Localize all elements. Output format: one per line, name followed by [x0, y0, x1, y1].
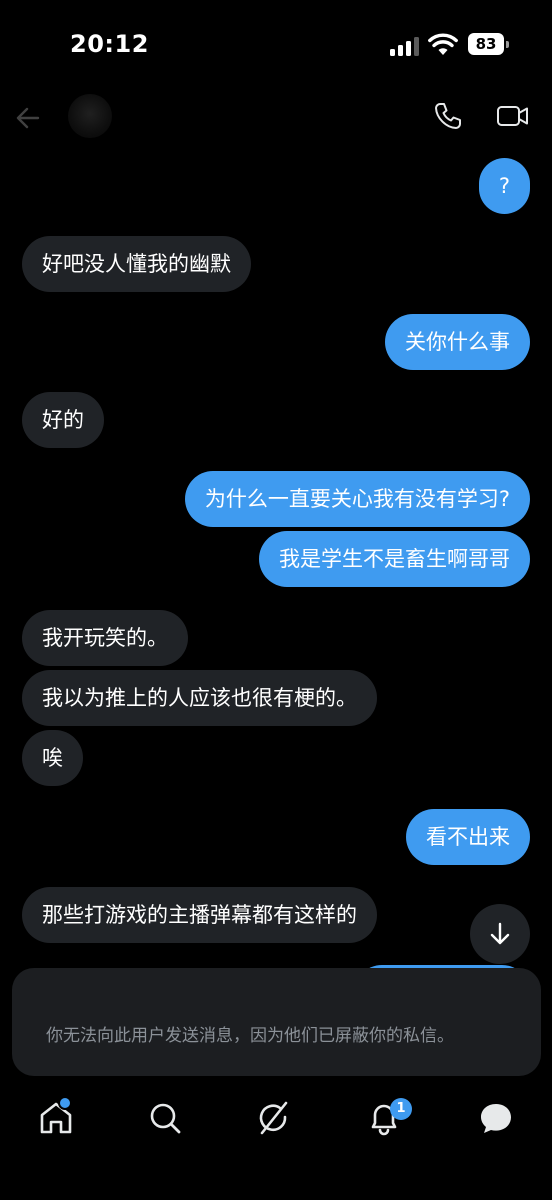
- bottom-navigation: 1: [0, 1084, 552, 1200]
- phone-icon[interactable]: [432, 100, 464, 132]
- message-bubble-received[interactable]: 我开玩笑的。: [22, 610, 188, 666]
- conversation-header: [0, 90, 552, 146]
- message-bubble-sent[interactable]: 为什么一直要关心我有没有学习?: [184, 471, 530, 527]
- wifi-icon: [428, 33, 458, 55]
- message-bubble-received[interactable]: 我以为推上的人应该也很有梗的。: [22, 670, 377, 726]
- messages-icon[interactable]: [476, 1098, 516, 1138]
- battery-level: 83: [468, 33, 504, 55]
- blocked-notice-text: 你无法向此用户发送消息，因为他们已屏蔽你的私信。: [46, 1026, 454, 1046]
- back-arrow-icon[interactable]: [14, 104, 42, 132]
- signal-icon: [390, 37, 419, 56]
- message-bubble-received[interactable]: 那些打游戏的主播弹幕都有这样的: [22, 887, 377, 943]
- message-bubble-received[interactable]: 好吧没人懂我的幽默: [22, 236, 251, 292]
- search-icon[interactable]: [145, 1098, 185, 1138]
- arrow-down-icon: [490, 922, 510, 945]
- notifications-badge: 1: [390, 1098, 412, 1120]
- battery-icon: 83: [468, 33, 510, 57]
- message-bubble-received[interactable]: 好的: [22, 392, 104, 448]
- message-bubble-received[interactable]: 唉: [22, 730, 83, 786]
- message-bubble-sent[interactable]: 我是学生不是畜生啊哥哥: [259, 531, 530, 587]
- status-time: 20:12: [70, 30, 149, 58]
- status-bar: 20:12 83: [0, 0, 552, 90]
- home-unread-dot: [58, 1096, 72, 1110]
- message-bubble-sent[interactable]: 关你什么事: [385, 314, 530, 370]
- message-bubble-sent[interactable]: 看不出来: [406, 809, 530, 865]
- blocked-notice: 你无法向此用户发送消息，因为他们已屏蔽你的私信。: [12, 968, 541, 1076]
- avatar[interactable]: [68, 94, 112, 138]
- grok-icon[interactable]: [254, 1098, 294, 1138]
- scroll-to-bottom-button[interactable]: [470, 904, 530, 964]
- message-thread[interactable]: ? 好吧没人懂我的幽默 关你什么事 好的 为什么一直要关心我有没有学习? 我是学…: [0, 150, 552, 986]
- message-bubble-sent[interactable]: ?: [478, 158, 530, 214]
- video-call-icon[interactable]: [496, 100, 530, 132]
